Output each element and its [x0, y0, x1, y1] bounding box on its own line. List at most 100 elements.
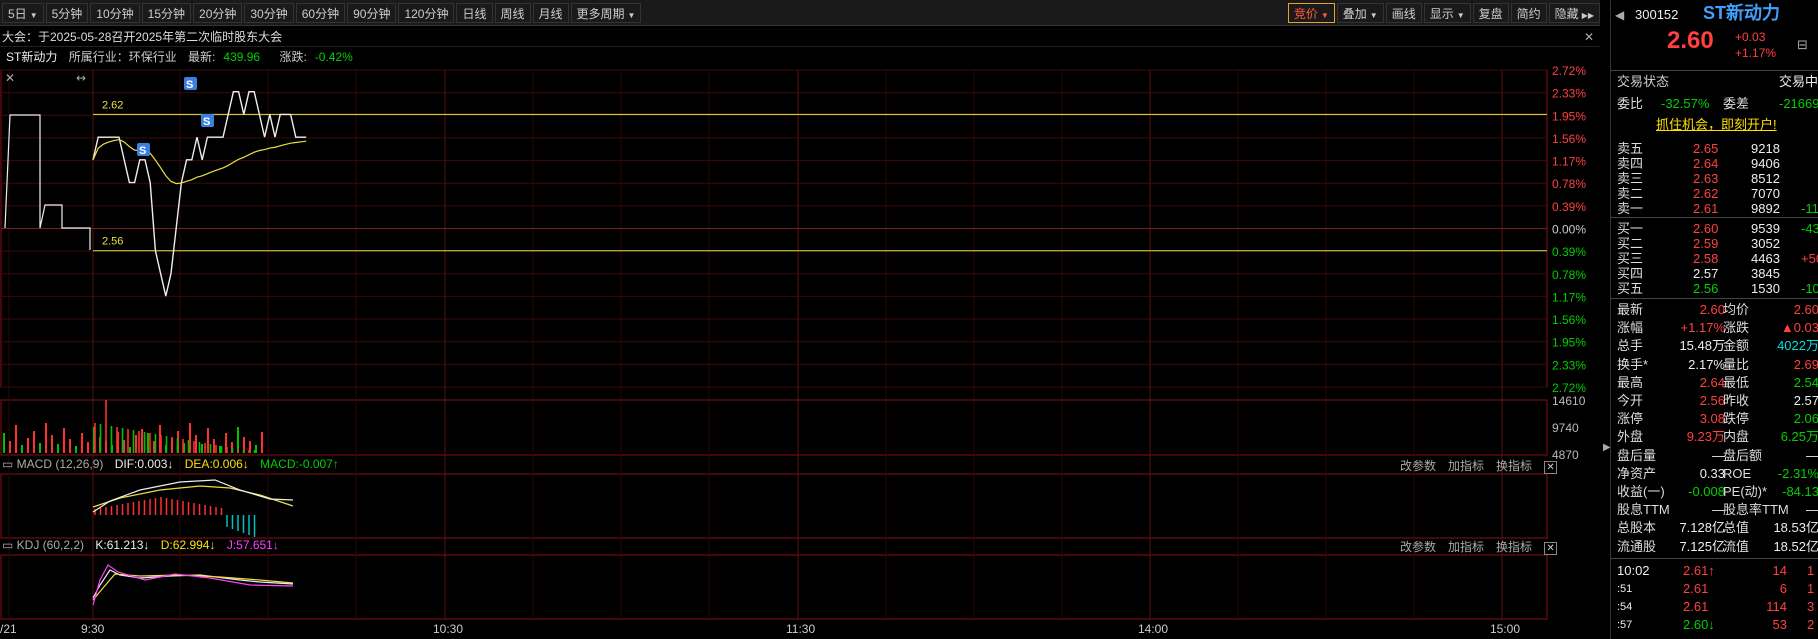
tick-volume: 53 [1772, 616, 1787, 632]
stat-label: 流通股 [1617, 538, 1657, 554]
bid-volume: 1530 [1751, 281, 1780, 296]
sell-marker-label: S [139, 145, 146, 157]
time-axis-label: 15:00 [1490, 622, 1520, 636]
stat-value: 2.54 [1793, 374, 1818, 390]
close-icon: ✕ [5, 71, 15, 85]
tick-count: 1 [1807, 562, 1815, 578]
stat-value: 7.125亿 [1679, 538, 1725, 554]
status-value: 交易中 [1779, 74, 1818, 89]
ask-price: 2.61 [1693, 201, 1719, 216]
stat-value: ▲0.03 [1780, 320, 1818, 336]
pct-axis-label: 1.95% [1552, 336, 1586, 350]
kdj-switch-button[interactable]: 换指标 [1496, 540, 1532, 554]
ask-volume: 9892 [1751, 201, 1780, 216]
stat-row: 今开 2.56 昨收 2.57 [1611, 392, 1818, 410]
stat-value: — [1806, 502, 1818, 518]
pct-axis-label: 2.72% [1552, 381, 1586, 395]
tick-row: :57 2.60↓ 53 2 [1611, 616, 1818, 634]
stat-row: 换手* 2.17% 量比 2.69 [1611, 356, 1818, 374]
stat-value: -2.31% [1777, 465, 1818, 481]
expand-icon: ↔ [76, 71, 86, 85]
time-axis-label: 11:30 [786, 622, 815, 636]
tick-time: :54 [1617, 600, 1633, 613]
stat-value: 2.06 [1793, 411, 1818, 427]
time-axis-label: 9:30 [81, 622, 105, 636]
tick-price: 2.60↓ [1683, 616, 1715, 632]
kdj-d-line [92, 573, 294, 601]
tick-time: :51 [1617, 582, 1633, 595]
stat-label: 盘后量 [1617, 447, 1657, 463]
stock-name: ST新动力 [1703, 3, 1781, 23]
stat-value: 15.48万 [1679, 338, 1725, 354]
sell-marker-label: S [186, 79, 193, 91]
tick-row: :51 2.61 6 1 [1611, 580, 1818, 598]
kdj-j-line [92, 564, 294, 606]
pct-axis-label: 2.33% [1552, 87, 1586, 101]
stat-label: 最新 [1617, 302, 1644, 317]
trade-status-row: 交易状态 交易中 [1611, 73, 1818, 91]
kdj-add-button[interactable]: 加指标 [1448, 540, 1484, 554]
promo-row[interactable]: 抓住机会，即刻开户! [1611, 116, 1818, 134]
pct-axis-label: 0.78% [1552, 268, 1586, 282]
stat-row: 总股本 7.128亿 总值 18.53亿 [1611, 519, 1818, 537]
stat-label: 涨停 [1617, 411, 1644, 427]
macd-params-button[interactable]: 改参数 [1400, 459, 1436, 473]
tick-volume: 114 [1766, 598, 1787, 614]
tick-price: 2.61 [1683, 598, 1709, 614]
stat-value: 6.25万 [1780, 429, 1818, 445]
bid-delta: -1063 [1801, 281, 1818, 296]
status-label: 交易状态 [1617, 74, 1670, 89]
tick-volume: 6 [1779, 580, 1787, 596]
stat-value: -0.008 [1688, 484, 1725, 499]
weibi-label: 委比 [1617, 96, 1644, 111]
stat-value: 2.17% [1688, 356, 1725, 372]
pct-axis-label: 2.33% [1552, 358, 1586, 372]
stat-row: 外盘 9.23万 内盘 6.25万 [1611, 428, 1818, 446]
stat-label: 涨跌 [1723, 320, 1750, 336]
stat-row: 总手 15.48万 金额 4022万 [1611, 337, 1818, 355]
tick-volume: 14 [1772, 562, 1787, 578]
pct-axis-label: 2.72% [1552, 64, 1586, 78]
stat-row: 最新 2.60 均价 2.60 [1611, 301, 1818, 319]
app-window: 5日 ▼ 5分钟 10分钟 15分钟 20分钟 30分钟 60分钟 90分钟 12… [0, 0, 1818, 639]
kdj-legend: ▭ KDJ (60,2,2) K:61.213↓ D:62.994↓ J:57.… [2, 538, 279, 552]
expand-panel-icon: ▶ [1603, 442, 1610, 453]
macd-legend: ▭ MACD (12,26,9) DIF:0.003↓ DEA:0.006↓ M… [2, 457, 339, 471]
pct-axis-label: 1.56% [1552, 313, 1586, 327]
tick-time: :57 [1617, 618, 1633, 631]
stat-value: 2.56 [1699, 393, 1725, 408]
weibi-value: -32.57% [1661, 96, 1710, 111]
stat-label: 换手* [1617, 356, 1649, 372]
stat-row: 涨停 3.08 跌停 2.06 [1611, 410, 1818, 428]
bid-row: 买五 2.56 1530 -1063 [1611, 280, 1818, 298]
volume-axis-label: 9740 [1552, 421, 1579, 435]
weicha-label: 委差 [1723, 96, 1750, 111]
stat-row: 盘后量 — 盘后额 — [1611, 447, 1818, 465]
stat-value: +1.17% [1680, 320, 1725, 336]
stat-label: ROE [1723, 465, 1752, 481]
stat-row: 最高 2.64 最低 2.54 [1611, 374, 1818, 392]
stat-value: 2.60 [1699, 302, 1725, 317]
kdj-params-button[interactable]: 改参数 [1400, 540, 1436, 554]
bid-label: 买五 [1617, 281, 1644, 296]
stat-row: 流通股 7.125亿 流值 18.52亿 [1611, 538, 1818, 556]
stat-value: 3.08 [1699, 411, 1725, 427]
reference-label: 2.62 [102, 99, 123, 111]
pct-axis-label: 0.78% [1552, 177, 1586, 191]
macd-add-button[interactable]: 加指标 [1448, 459, 1484, 473]
stat-row: 股息TTM — 股息率TTM — [1611, 501, 1818, 519]
stat-value: 18.53亿 [1773, 520, 1818, 536]
macd-switch-button[interactable]: 换指标 [1496, 459, 1532, 473]
stat-value: -84.13 [1782, 484, 1818, 499]
stat-label: 外盘 [1617, 429, 1644, 445]
stat-value: 2.57 [1793, 393, 1818, 408]
prev-day-price-line [4, 114, 91, 250]
close-icon[interactable]: ✕ [1544, 542, 1558, 555]
stat-label: 收益(一) [1617, 484, 1665, 499]
weicha-value: -21669 [1779, 96, 1818, 111]
stat-row: 净资产 0.33 ROE -2.31% [1611, 465, 1818, 483]
ask-label: 卖一 [1617, 201, 1644, 216]
pct-axis-label: 1.56% [1552, 132, 1586, 146]
stat-label: 内盘 [1723, 429, 1750, 445]
close-icon[interactable]: ✕ [1544, 461, 1558, 474]
